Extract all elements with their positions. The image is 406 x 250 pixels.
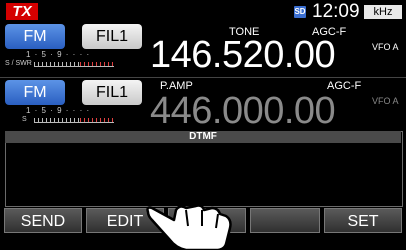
sub-meter-label: S xyxy=(22,116,27,123)
main-filter-button[interactable]: FIL1 xyxy=(82,24,142,49)
main-mode-button[interactable]: FM xyxy=(5,24,65,49)
sub-frequency[interactable]: 446.000.00 xyxy=(150,90,336,133)
dtmf-title: DTMF xyxy=(5,131,401,143)
band-divider xyxy=(0,77,406,78)
pointing-hand-icon xyxy=(146,204,232,250)
sub-mode-button[interactable]: FM xyxy=(5,80,65,105)
softkey-4[interactable] xyxy=(250,208,320,233)
sd-card-icon: SD xyxy=(294,6,306,18)
sub-meter-scale: 1 · 5 · 9 · · · · xyxy=(26,106,91,115)
main-frequency[interactable]: 146.520.00 xyxy=(150,34,336,77)
main-meter-bar xyxy=(34,62,114,67)
send-button[interactable]: SEND xyxy=(4,208,82,233)
main-meter-label: S / SWR xyxy=(5,60,32,67)
sub-vfo-label: VFO A xyxy=(372,96,399,106)
main-vfo-label: VFO A xyxy=(372,42,399,52)
clock: 12:09 xyxy=(312,1,360,22)
tx-indicator: TX xyxy=(6,3,38,20)
sub-filter-button[interactable]: FIL1 xyxy=(82,80,142,105)
sub-meter-bar xyxy=(34,118,114,123)
set-button[interactable]: SET xyxy=(324,208,402,233)
main-meter-scale: 1 · 5 · 9 · · · · xyxy=(26,50,91,59)
unit-badge[interactable]: kHz xyxy=(364,5,402,19)
